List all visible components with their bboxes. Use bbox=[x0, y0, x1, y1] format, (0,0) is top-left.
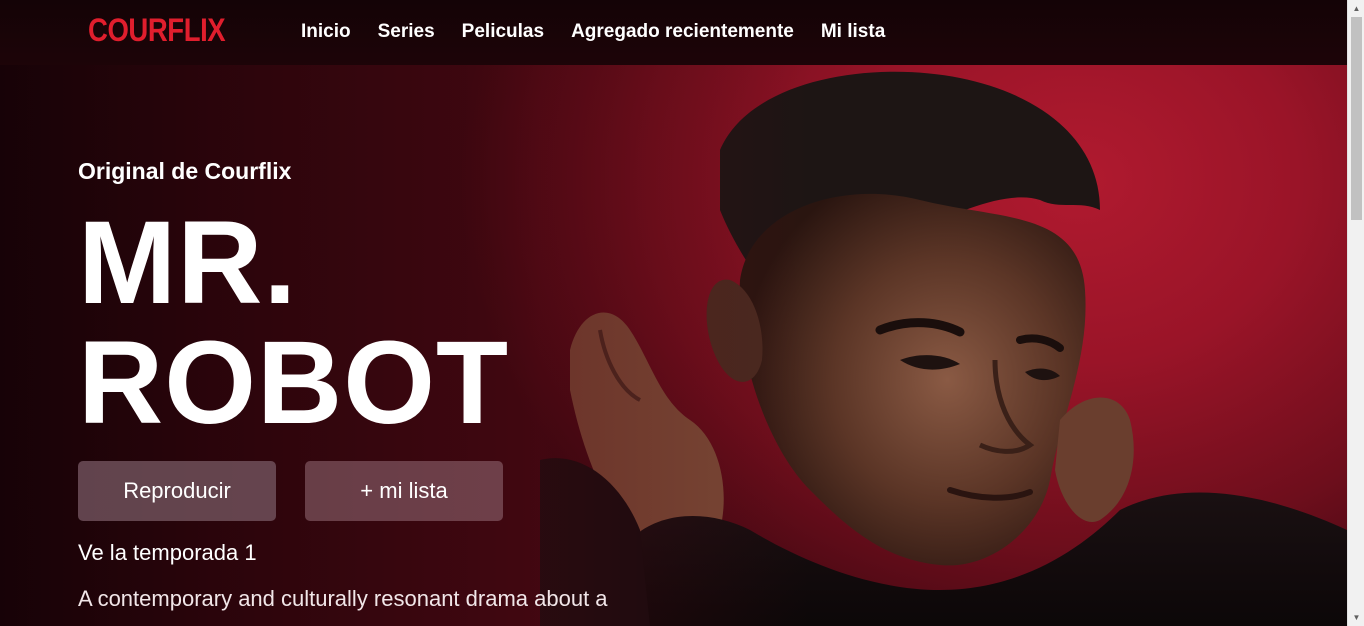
nav-item-agregado-recientemente[interactable]: Agregado recientemente bbox=[571, 21, 794, 43]
scroll-down-arrow-icon[interactable]: ▼ bbox=[1348, 609, 1364, 626]
page: COURFLIX Inicio Series Peliculas Agregad… bbox=[0, 0, 1364, 626]
hero-title: MR. ROBOT bbox=[78, 203, 538, 443]
nav-item-series[interactable]: Series bbox=[378, 21, 435, 43]
hero-title-line-1: MR. bbox=[78, 197, 298, 329]
hero-title-line-2: ROBOT bbox=[78, 317, 510, 449]
synopsis-text: A contemporary and culturally resonant d… bbox=[78, 586, 608, 611]
scrollbar-thumb[interactable] bbox=[1351, 17, 1362, 220]
top-navbar: COURFLIX Inicio Series Peliculas Agregad… bbox=[0, 0, 1347, 65]
nav-item-mi-lista[interactable]: Mi lista bbox=[821, 21, 885, 43]
vertical-scrollbar[interactable]: ▲ ▼ bbox=[1347, 0, 1364, 626]
scroll-up-arrow-icon[interactable]: ▲ bbox=[1348, 0, 1364, 17]
hero-eyebrow: Original de Courflix bbox=[78, 158, 292, 184]
nav-item-inicio[interactable]: Inicio bbox=[301, 21, 351, 43]
brand-logo[interactable]: COURFLIX bbox=[88, 12, 226, 49]
nav-item-peliculas[interactable]: Peliculas bbox=[462, 21, 544, 43]
season-text: Ve la temporada 1 bbox=[78, 540, 257, 565]
main-nav: Inicio Series Peliculas Agregado recient… bbox=[301, 21, 912, 43]
hero-content: Original de Courflix MR. ROBOT Reproduci… bbox=[78, 158, 608, 612]
add-to-my-list-button[interactable]: + mi lista bbox=[305, 461, 503, 521]
hero-actions: Reproducir + mi lista bbox=[78, 461, 608, 521]
play-button[interactable]: Reproducir bbox=[78, 461, 276, 521]
